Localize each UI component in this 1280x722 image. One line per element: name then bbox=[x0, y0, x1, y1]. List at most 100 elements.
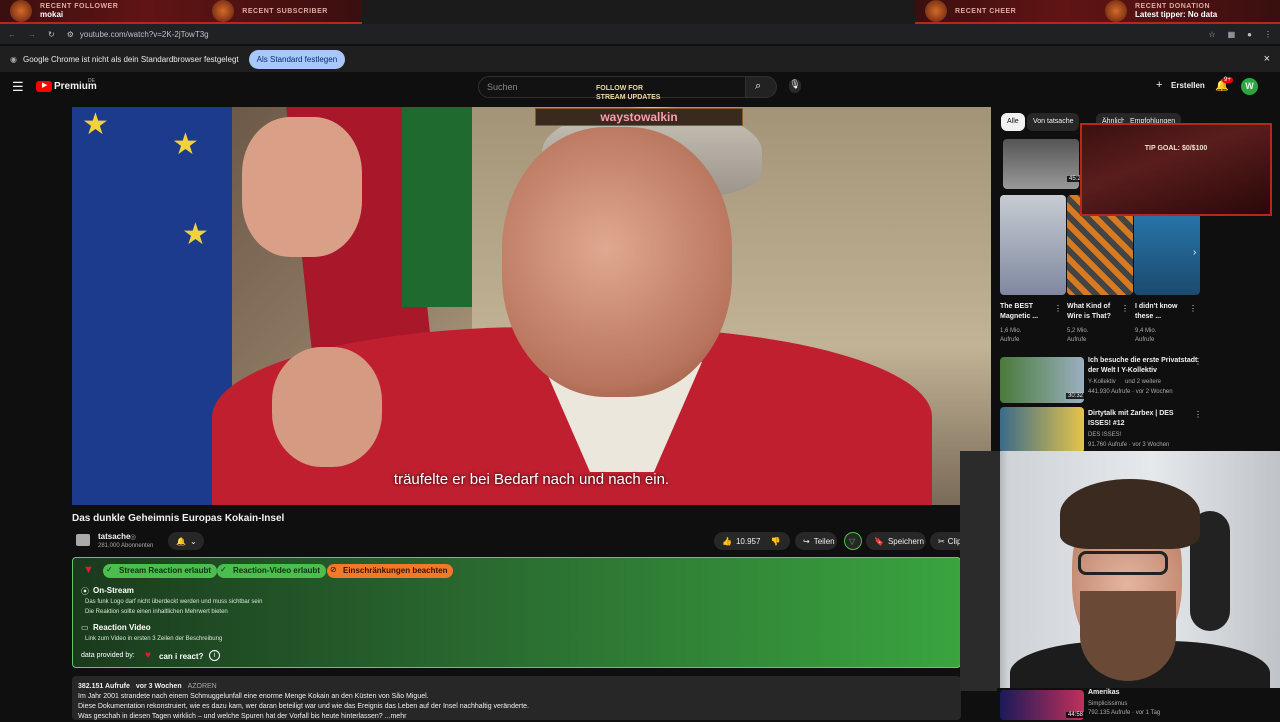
video-title-1[interactable]: Ich besuche die erste Privatstadt der We… bbox=[1088, 356, 1198, 376]
menu-icon[interactable]: ☰ bbox=[12, 79, 24, 95]
tip-goal-text: TIP GOAL: $0/$100 bbox=[1144, 145, 1208, 152]
more-options-icon[interactable]: ⋮ bbox=[1054, 304, 1062, 313]
stream-overlay-top: RECENT FOLLOWER mokai RECENT SUBSCRIBER … bbox=[0, 0, 1280, 24]
video-thumbnail[interactable] bbox=[1000, 407, 1084, 453]
close-notice-icon[interactable]: × bbox=[1264, 53, 1270, 65]
country-code: DE bbox=[88, 78, 95, 84]
more-options-icon[interactable]: ⋮ bbox=[1194, 357, 1202, 366]
microphone-icon[interactable]: 🎙 bbox=[789, 79, 801, 93]
short-views-1: 1,6 Mio. bbox=[1000, 328, 1022, 334]
like-button[interactable]: 👍 10.957 👎 bbox=[714, 532, 790, 550]
video-duration: 44:58 bbox=[1066, 712, 1086, 718]
default-browser-notice: ◉ Google Chrome ist nicht als dein Stand… bbox=[0, 46, 1280, 72]
short-thumbnail-1[interactable] bbox=[1000, 195, 1066, 295]
check-icon: ✓ bbox=[106, 565, 113, 574]
can-i-react-button[interactable]: ▽ bbox=[844, 532, 862, 550]
recent-follower-box: RECENT FOLLOWER mokai RECENT SUBSCRIBER bbox=[0, 0, 362, 24]
back-icon[interactable]: ← bbox=[8, 30, 16, 39]
avatar[interactable]: W bbox=[1241, 78, 1258, 95]
person-face bbox=[502, 127, 732, 397]
video-duration: 30:32 bbox=[1066, 393, 1086, 399]
chip-all[interactable]: Alle bbox=[1001, 113, 1025, 131]
short-title-3[interactable]: I didn't know these ... bbox=[1135, 302, 1190, 322]
create-plus-icon[interactable]: + bbox=[1156, 79, 1162, 91]
chevron-right-icon[interactable]: › bbox=[1193, 247, 1196, 258]
video-meta-3: 792.135 Aufrufe · vor 1 Tag bbox=[1088, 710, 1161, 716]
more-options-icon[interactable]: ⋮ bbox=[1189, 304, 1197, 313]
info-icon[interactable]: i bbox=[209, 650, 220, 661]
bookmark-star-icon[interactable]: ☆ bbox=[1208, 30, 1215, 39]
reaction-video-rule-1: Link zum Video in ersten 3 Zeilen der Be… bbox=[85, 636, 223, 642]
notice-text: Google Chrome ist nicht als dein Standar… bbox=[22, 54, 239, 64]
restrictions-badge: Einschränkungen beachten bbox=[327, 564, 454, 578]
video-title-2[interactable]: Dirtytalk mit Zarbex | DES ISSES! #12 bbox=[1088, 409, 1198, 429]
channel-name-1[interactable]: Y-Kollektiv bbox=[1088, 378, 1116, 387]
video-meta-2: 91.760 Aufrufe · vor 3 Wochen bbox=[1088, 442, 1170, 448]
forward-icon[interactable]: → bbox=[28, 30, 36, 39]
channel-avatar-icon[interactable] bbox=[76, 534, 90, 546]
thumbs-up-icon: 👍 bbox=[722, 536, 732, 546]
profile-icon[interactable]: ● bbox=[1247, 30, 1252, 39]
clip-button[interactable]: ✂ Clip bbox=[930, 532, 961, 550]
url-bar[interactable]: youtube.com/watch?v=2K-2jTowT3g bbox=[80, 30, 209, 39]
warning-icon: ⊘ bbox=[330, 565, 337, 574]
reaction-video-badge: Reaction-Video erlaubt bbox=[217, 564, 326, 578]
extensions-icon[interactable]: ▦ bbox=[1228, 30, 1236, 39]
reaction-video-heading: Reaction Video bbox=[93, 623, 151, 632]
more-options-icon[interactable]: ⋮ bbox=[1121, 304, 1129, 313]
verified-icon: ◎ bbox=[130, 534, 137, 541]
view-count: 382.151 Aufrufe bbox=[78, 683, 130, 690]
like-count: 10.957 bbox=[735, 536, 761, 546]
video-meta-1: 441.930 Aufrufe · vor 2 Wochen bbox=[1088, 389, 1173, 395]
follow-text-line1: FOLLOW FOR bbox=[596, 85, 644, 92]
bell-icon: 🔔 bbox=[176, 536, 186, 546]
more-options-icon[interactable]: ⋮ bbox=[1194, 410, 1202, 419]
channel-name-2[interactable]: DES ISSES! bbox=[1088, 431, 1121, 440]
save-label: Speichern bbox=[887, 536, 924, 546]
channel-name[interactable]: tatsache bbox=[98, 532, 130, 541]
video-title-3[interactable]: Amerikas bbox=[1088, 688, 1120, 698]
share-label: Teilen bbox=[813, 536, 835, 546]
subscriber-count: 281.000 Abonnenten bbox=[98, 543, 154, 549]
share-button[interactable]: ↪ Teilen bbox=[795, 532, 837, 550]
description-line-3: Was geschah in diesen Tagen wirklich – u… bbox=[78, 713, 407, 720]
short-title-1[interactable]: The BEST Magnetic ... bbox=[1000, 302, 1055, 322]
create-button[interactable]: Erstellen bbox=[1171, 81, 1205, 90]
channel-name-3[interactable]: Simplicissimus bbox=[1088, 700, 1127, 709]
video-player[interactable]: ★ ★ ★ träufelte er bei Bedarf nach und n… bbox=[72, 107, 991, 505]
scissors-icon: ✂ bbox=[938, 536, 945, 546]
sidebar-bottom-item[interactable]: 44:58 Amerikas Simplicissimus 792.135 Au… bbox=[997, 688, 1280, 720]
subscribe-bell-button[interactable]: 🔔 ⌄ bbox=[168, 532, 204, 550]
reload-icon[interactable]: ↻ bbox=[48, 30, 55, 39]
onstream-rule-1: Das funk Logo darf nicht überdeckt werde… bbox=[85, 599, 263, 605]
save-button[interactable]: 🔖 Speichern bbox=[866, 532, 926, 550]
browser-toolbar: ← → ↻ ⚙ youtube.com/watch?v=2K-2jTowT3g … bbox=[0, 24, 1280, 44]
broadcast-icon: ⦿ bbox=[81, 587, 89, 596]
search-button[interactable]: ⌕ bbox=[745, 76, 777, 98]
short-views-unit-3: Aufrufe bbox=[1135, 337, 1155, 343]
browser-menu-icon[interactable]: ⋮ bbox=[1264, 30, 1272, 39]
provider-name[interactable]: can i react? bbox=[159, 652, 203, 661]
recent-subscriber-label: RECENT SUBSCRIBER bbox=[242, 7, 328, 15]
upload-age: vor 3 Wochen bbox=[135, 683, 182, 690]
short-title-2[interactable]: What Kind of Wire is That? bbox=[1067, 302, 1122, 322]
description-line-1: Im Jahr 2001 strandete nach einem Schmug… bbox=[78, 693, 429, 700]
person-hand-raised bbox=[242, 117, 362, 257]
chrome-icon: ◉ bbox=[10, 54, 17, 64]
short-views-3: 9,4 Mio. bbox=[1135, 328, 1157, 334]
set-default-button[interactable]: Als Standard festlegen bbox=[248, 49, 346, 69]
search-icon: ⌕ bbox=[755, 80, 762, 92]
chip-from-channel[interactable]: Von tatsache bbox=[1027, 113, 1080, 131]
location-tag[interactable]: AZOREN bbox=[188, 683, 217, 690]
site-info-icon[interactable]: ⚙ bbox=[67, 30, 74, 39]
follower-icon bbox=[10, 0, 32, 22]
video-camera-icon: ▭ bbox=[81, 623, 89, 632]
flag-star-icon: ★ bbox=[182, 218, 209, 251]
onstream-rule-2: Die Reaktion sollte einen inhaltlichen M… bbox=[85, 609, 228, 615]
video-description[interactable]: 382.151 Aufrufe vor 3 Wochen AZOREN Im J… bbox=[72, 676, 961, 720]
follow-text-line2: STREAM UPDATES bbox=[596, 94, 661, 101]
recent-follower-value: mokai bbox=[40, 10, 64, 19]
chevron-down-icon: ⌄ bbox=[189, 536, 197, 546]
short-views-2: 5,2 Mio. bbox=[1067, 328, 1089, 334]
follow-overlay: FOLLOW FOR STREAM UPDATES bbox=[596, 84, 660, 102]
